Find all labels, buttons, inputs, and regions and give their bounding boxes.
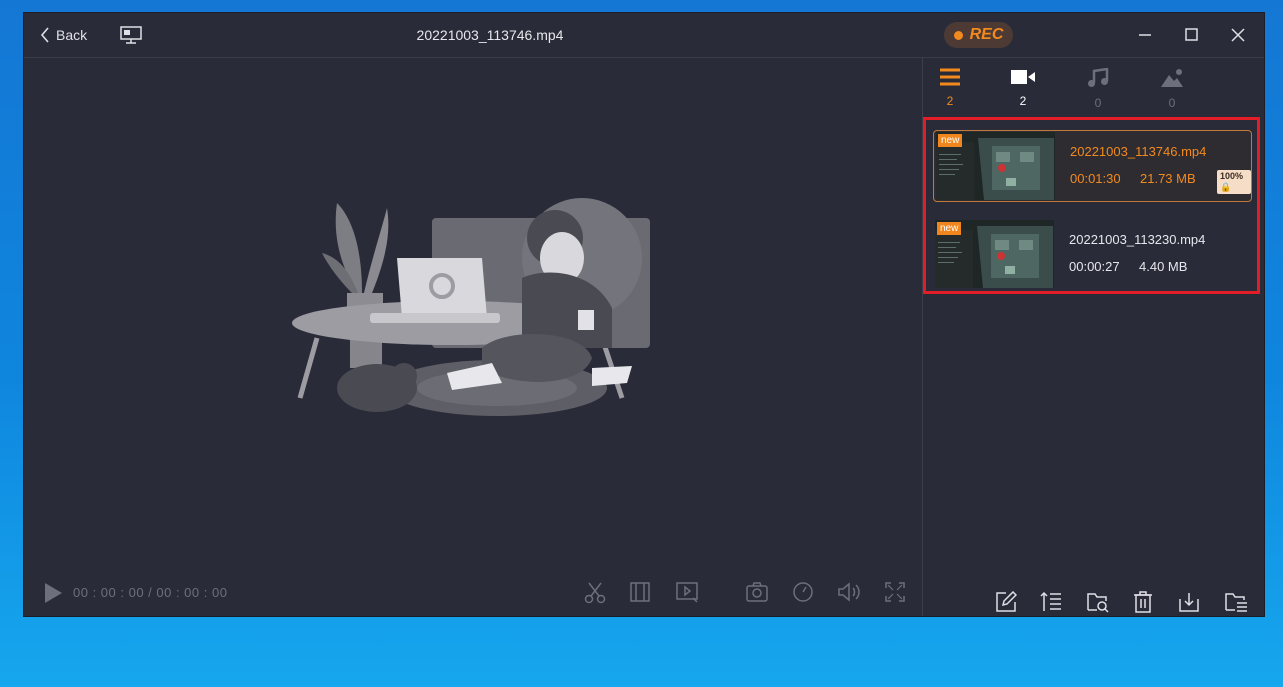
rec-label: REC <box>969 26 1004 43</box>
minimize-icon[interactable] <box>1136 26 1154 44</box>
close-icon[interactable] <box>1229 26 1247 44</box>
maximize-icon[interactable] <box>1183 26 1201 44</box>
list-icon <box>940 68 960 86</box>
tab-audio-count: 0 <box>1094 96 1102 110</box>
record-dot-icon <box>953 30 963 40</box>
fullscreen-icon[interactable] <box>884 580 906 604</box>
folder-list-icon[interactable] <box>1224 591 1248 613</box>
recordings-list: new 20221003_113746.mp4 00:01:30 21.73 M… <box>923 117 1260 294</box>
music-note-icon <box>1088 67 1109 87</box>
file-title: 20221003_113746.mp4 <box>416 27 564 43</box>
recording-size: 4.40 MB <box>1139 259 1188 274</box>
video-thumbnail: new <box>936 132 1055 200</box>
list-item[interactable]: new 20221003_113230.mp4 00:00:27 4.40 MB <box>933 219 1252 291</box>
tab-all-count: 2 <box>946 94 954 108</box>
tab-video-count: 2 <box>1019 94 1027 108</box>
trim-scissors-icon[interactable] <box>584 580 606 604</box>
sort-icon[interactable] <box>1039 591 1063 613</box>
video-player: 00 : 00 : 00 / 00 : 00 : 00 <box>24 58 922 616</box>
list-item[interactable]: new 20221003_113746.mp4 00:01:30 21.73 M… <box>933 130 1252 202</box>
rec-button[interactable]: REC <box>944 22 1013 48</box>
recording-size: 21.73 MB <box>1140 171 1196 186</box>
tab-image[interactable]: 0 <box>1147 68 1197 110</box>
speed-gauge-icon[interactable] <box>791 580 815 604</box>
time-display: 00 : 00 : 00 / 00 : 00 : 00 <box>73 585 228 600</box>
progress-badge-text: 100% <box>1220 171 1244 181</box>
app-window: Back 20221003_113746.mp4 REC 00: 00: 0… <box>24 13 1264 616</box>
image-icon <box>1161 69 1183 87</box>
volume-icon[interactable] <box>836 580 862 604</box>
camera-snapshot-icon[interactable] <box>745 580 769 604</box>
recording-name: 20221003_113230.mp4 <box>1069 232 1206 247</box>
recordings-sidebar: 2 2 0 0 new 20221003_113746.mp4 00:01:30… <box>923 58 1264 616</box>
title-bar: Back 20221003_113746.mp4 REC <box>24 13 1264 58</box>
recording-duration: 00:00:27 <box>1069 259 1120 274</box>
tab-image-count: 0 <box>1168 96 1176 110</box>
split-frame-icon[interactable] <box>629 580 651 604</box>
video-camera-icon <box>1011 70 1035 84</box>
tab-audio[interactable]: 0 <box>1073 67 1123 110</box>
tab-all[interactable]: 2 <box>925 68 975 108</box>
progress-badge: 100% 🔒 <box>1217 170 1251 194</box>
empty-state-illustration <box>292 198 650 416</box>
recording-name: 20221003_113746.mp4 <box>1070 144 1207 159</box>
folder-search-icon[interactable] <box>1086 591 1110 613</box>
export-icon[interactable] <box>1178 591 1200 613</box>
new-badge: new <box>937 222 962 235</box>
new-badge: new <box>938 134 963 147</box>
edit-icon[interactable] <box>995 591 1017 613</box>
play-icon[interactable] <box>42 581 64 605</box>
trash-icon[interactable] <box>1132 591 1154 613</box>
tab-video[interactable]: 2 <box>998 68 1048 108</box>
video-thumbnail: new <box>935 220 1054 288</box>
video-edit-icon[interactable] <box>675 580 699 604</box>
recording-duration: 00:01:30 <box>1070 171 1121 186</box>
